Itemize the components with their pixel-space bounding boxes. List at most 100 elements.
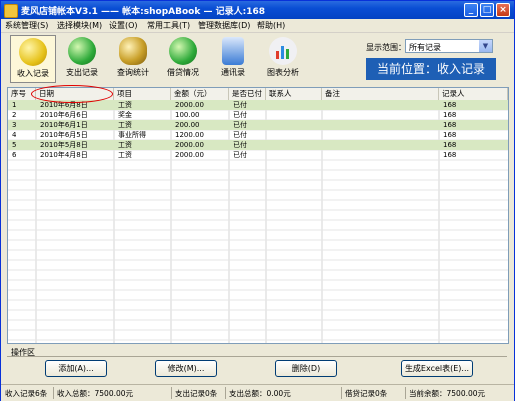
app-window: 麦风店铺帐本V3.1 —— 帐本:shopABook — 记录人:168 _ □… bbox=[0, 0, 515, 401]
range-value: 所有记录 bbox=[409, 43, 441, 52]
cell-item: 工资 bbox=[118, 141, 132, 149]
cell-item: 奖金 bbox=[118, 111, 132, 119]
col-header[interactable]: 备注 bbox=[322, 88, 439, 100]
cell-amount: 200.00 bbox=[175, 121, 200, 129]
cell-amount: 2000.00 bbox=[175, 101, 204, 109]
table-row[interactable]: 3 2010年6月1日 工资 200.00 已付 168 bbox=[8, 120, 508, 130]
status-bar: 收入记录6条 收入总额：7500.00元 支出记录0条 支出总额：0.00元 借… bbox=[1, 384, 514, 401]
cell-recorder: 168 bbox=[443, 121, 457, 129]
cell-recorder: 168 bbox=[443, 101, 457, 109]
cell-index: 1 bbox=[12, 101, 17, 109]
status-income-total: 收入总额：7500.00元 bbox=[57, 389, 134, 398]
toolbar-label: 查询统计 bbox=[117, 68, 149, 77]
menu-database[interactable]: 管理数据库(D) bbox=[198, 20, 250, 31]
modify-button[interactable]: 修改(M)... bbox=[155, 360, 217, 377]
cell-amount: 1200.00 bbox=[175, 131, 204, 139]
loan-icon bbox=[169, 37, 197, 65]
menu-system[interactable]: 系统管理(S) bbox=[5, 20, 48, 31]
window-title: 麦风店铺帐本V3.1 —— 帐本:shopABook — 记录人:168 bbox=[21, 7, 265, 17]
delete-button[interactable]: 删除(D) bbox=[275, 360, 337, 377]
divider bbox=[53, 387, 54, 399]
toolbar-label: 通讯录 bbox=[221, 68, 245, 77]
range-label: 显示范围： bbox=[366, 43, 406, 52]
divider bbox=[341, 387, 342, 399]
cell-paid: 已付 bbox=[233, 151, 247, 159]
divider bbox=[171, 387, 172, 399]
maximize-button[interactable]: □ bbox=[480, 3, 494, 17]
cell-index: 2 bbox=[12, 111, 17, 119]
cell-recorder: 168 bbox=[443, 151, 457, 159]
bar-chart-icon bbox=[269, 37, 297, 65]
minimize-button[interactable]: _ bbox=[464, 3, 478, 17]
title-bar[interactable]: 麦风店铺帐本V3.1 —— 帐本:shopABook — 记录人:168 _ □… bbox=[1, 1, 514, 19]
yen-expense-icon bbox=[68, 37, 96, 65]
menu-settings[interactable]: 设置(O) bbox=[109, 20, 138, 31]
cell-index: 3 bbox=[12, 121, 17, 129]
col-header[interactable]: 金额（元） bbox=[171, 88, 229, 100]
status-expense-count: 支出记录0条 bbox=[175, 389, 218, 398]
expense-record-button[interactable]: 支出记录 bbox=[61, 35, 103, 83]
close-button[interactable]: × bbox=[496, 3, 510, 17]
menu-help[interactable]: 帮助(H) bbox=[257, 20, 285, 31]
status-income-count: 收入记录6条 bbox=[5, 389, 48, 398]
col-header[interactable]: 是否已付 bbox=[229, 88, 266, 100]
cell-amount: 2000.00 bbox=[175, 151, 204, 159]
highlight-ellipse bbox=[31, 85, 113, 103]
menu-module[interactable]: 选择模块(M) bbox=[57, 20, 102, 31]
divider bbox=[225, 387, 226, 399]
cell-recorder: 168 bbox=[443, 131, 457, 139]
divider bbox=[405, 387, 406, 399]
cell-amount: 100.00 bbox=[175, 111, 200, 119]
chart-analysis-button[interactable]: 图表分析 bbox=[262, 35, 304, 83]
table-row[interactable]: 4 2010年6月5日 事业所得 1200.00 已付 168 bbox=[8, 130, 508, 140]
export-excel-button[interactable]: 生成Excel表(E)... bbox=[401, 360, 473, 377]
cell-recorder: 168 bbox=[443, 141, 457, 149]
cell-item: 工资 bbox=[118, 101, 132, 109]
toolbar-label: 支出记录 bbox=[66, 68, 98, 77]
table-row[interactable]: 5 2010年5月8日 工资 2000.00 已付 168 bbox=[8, 140, 508, 150]
range-select[interactable]: 所有记录 ▼ bbox=[405, 39, 493, 53]
status-balance: 当前余额：7500.00元 bbox=[409, 389, 486, 398]
table-row[interactable]: 6 2010年4月8日 工资 2000.00 已付 168 bbox=[8, 150, 508, 160]
query-stats-button[interactable]: 查询统计 bbox=[112, 35, 154, 83]
cell-paid: 已付 bbox=[233, 141, 247, 149]
col-header[interactable]: 记录人 bbox=[439, 88, 508, 100]
app-icon bbox=[4, 4, 18, 18]
cell-paid: 已付 bbox=[233, 131, 247, 139]
cell-date: 2010年6月6日 bbox=[40, 111, 88, 119]
cell-paid: 已付 bbox=[233, 121, 247, 129]
cell-item: 事业所得 bbox=[118, 131, 146, 139]
table-row[interactable]: 2 2010年6月6日 奖金 100.00 已付 168 bbox=[8, 110, 508, 120]
chevron-down-icon[interactable]: ▼ bbox=[479, 40, 492, 52]
status-expense-total: 支出总额：0.00元 bbox=[229, 389, 291, 398]
address-book-icon bbox=[222, 37, 244, 65]
menu-tools[interactable]: 常用工具(T) bbox=[147, 20, 190, 31]
divider bbox=[7, 356, 507, 357]
cell-index: 5 bbox=[12, 141, 17, 149]
magnifier-icon bbox=[119, 37, 147, 65]
records-table[interactable]: 序号 日期 项目 金额（元） 是否已付 联系人 备注 记录人 1 2010年6月… bbox=[7, 87, 509, 344]
cell-paid: 已付 bbox=[233, 111, 247, 119]
address-book-button[interactable]: 通讯录 bbox=[212, 35, 254, 83]
current-position: 当前位置：收入记录 bbox=[366, 58, 496, 80]
cell-date: 2010年4月8日 bbox=[40, 151, 88, 159]
cell-item: 工资 bbox=[118, 121, 132, 129]
status-loan-count: 借贷记录0条 bbox=[345, 389, 388, 398]
cell-date: 2010年6月5日 bbox=[40, 131, 88, 139]
cell-item: 工资 bbox=[118, 151, 132, 159]
col-header[interactable]: 联系人 bbox=[266, 88, 322, 100]
cell-amount: 2000.00 bbox=[175, 141, 204, 149]
add-button[interactable]: 添加(A)... bbox=[45, 360, 107, 377]
toolbar-label: 借贷情况 bbox=[167, 68, 199, 77]
cell-date: 2010年6月1日 bbox=[40, 121, 88, 129]
col-header[interactable]: 项目 bbox=[114, 88, 171, 100]
cell-recorder: 168 bbox=[443, 111, 457, 119]
toolbar-label: 收入记录 bbox=[17, 69, 49, 78]
yen-income-icon bbox=[19, 38, 47, 66]
cell-paid: 已付 bbox=[233, 101, 247, 109]
cell-date: 2010年5月8日 bbox=[40, 141, 88, 149]
cell-index: 4 bbox=[12, 131, 17, 139]
income-record-button[interactable]: 收入记录 bbox=[10, 35, 56, 83]
loan-status-button[interactable]: 借贷情况 bbox=[162, 35, 204, 83]
menu-bar: 系统管理(S) 选择模块(M) 设置(O) 常用工具(T) 管理数据库(D) 帮… bbox=[1, 19, 514, 33]
